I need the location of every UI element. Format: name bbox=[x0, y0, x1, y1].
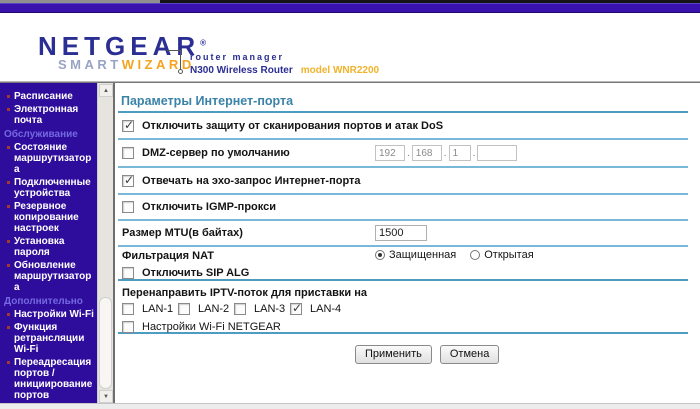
wifi-checkbox[interactable] bbox=[122, 321, 134, 333]
mtu-input[interactable] bbox=[375, 225, 427, 241]
sidebar-item[interactable]: Расписание bbox=[0, 91, 97, 102]
sidebar-scrollbar[interactable]: ▲ ▼ bbox=[97, 83, 113, 404]
apply-button[interactable]: Применить bbox=[355, 344, 432, 364]
dmz-ip-octet-4[interactable] bbox=[477, 145, 518, 161]
sidebar-clipped-item bbox=[0, 86, 97, 90]
sidebar-item[interactable]: Настройки Wi-Fi bbox=[0, 309, 97, 320]
iptv-heading: Перенаправить IPTV-поток для приставки н… bbox=[122, 287, 367, 299]
wifi-label: Настройки Wi-Fi NETGEAR bbox=[142, 321, 281, 333]
checkbox-icon[interactable] bbox=[290, 301, 302, 315]
checkbox-icon[interactable] bbox=[178, 303, 190, 315]
lan-option-1[interactable]: LAN-1 bbox=[118, 303, 174, 315]
iptv-block: Перенаправить IPTV-поток для приставки н… bbox=[118, 281, 688, 334]
sidebar-item[interactable]: Переадресация портов / инициирование пор… bbox=[0, 357, 97, 401]
button-row: Применить Отмена bbox=[118, 334, 688, 374]
sidebar-item[interactable]: Обновление маршрутизатора bbox=[0, 260, 97, 293]
dos-checkbox[interactable] bbox=[122, 118, 134, 132]
main-panel: Параметры Интернет-порта Отключить защит… bbox=[113, 83, 700, 404]
router-manager-label: router manager bbox=[190, 52, 285, 62]
scroll-up-button[interactable]: ▲ bbox=[99, 84, 113, 97]
sidebar-item[interactable]: Электронная почта bbox=[0, 104, 97, 126]
igmp-checkbox[interactable] bbox=[122, 201, 134, 213]
dmz-ip-octet-1[interactable] bbox=[375, 145, 405, 161]
dmz-ip-group: ... bbox=[375, 145, 518, 161]
lan-option-3[interactable]: LAN-3 bbox=[230, 303, 286, 315]
product-line: N300 Wireless Router model WNR2200 bbox=[190, 65, 379, 76]
igmp-label: Отключить IGMP-прокси bbox=[142, 201, 276, 213]
sidebar-item[interactable]: Состояние маршрутизатора bbox=[0, 142, 97, 175]
sidebar-item[interactable]: Функция ретрансляции Wi-Fi bbox=[0, 322, 97, 355]
lan-label: LAN-1 bbox=[142, 303, 174, 315]
registered-mark: ® bbox=[200, 38, 207, 48]
logo-connector-line bbox=[167, 50, 181, 71]
ip-dot-separator: . bbox=[472, 147, 476, 159]
dos-row: Отключить защиту от сканирования портов … bbox=[118, 113, 688, 140]
content-frame: Расписание Электронная почта Обслуживание С… bbox=[0, 82, 700, 404]
echo-checkbox[interactable] bbox=[122, 173, 134, 187]
model-number: model WNR2200 bbox=[300, 65, 380, 76]
nat-options: Защищенная Открытая bbox=[375, 249, 534, 261]
sidebar-section-label: Обслуживание bbox=[4, 129, 78, 140]
nat-label: Фильтрация NAT bbox=[122, 249, 214, 262]
radio-icon[interactable] bbox=[375, 250, 385, 260]
radio-label: Открытая bbox=[484, 249, 534, 261]
sip-label: Отключить SIP ALG bbox=[142, 266, 250, 279]
logo-connector-dot bbox=[178, 69, 183, 74]
mtu-row: Размер MTU(в байтах) bbox=[118, 221, 688, 247]
sip-checkbox[interactable] bbox=[122, 266, 134, 279]
checkbox-icon[interactable] bbox=[122, 303, 134, 315]
checkbox-icon[interactable] bbox=[234, 303, 246, 315]
dmz-label: DMZ-сервер по умолчанию bbox=[142, 147, 290, 159]
scroll-down-button[interactable]: ▼ bbox=[99, 390, 113, 403]
nat-option[interactable]: Защищенная bbox=[375, 249, 456, 261]
sidebar-item[interactable]: Резервное копирование настроек bbox=[0, 201, 97, 234]
echo-row: Отвечать на эхо-запрос Интернет-порта bbox=[118, 168, 688, 195]
lan-label: LAN-2 bbox=[198, 303, 230, 315]
header: NETGEAR® SMARTWIZARD router manager N300… bbox=[0, 13, 700, 82]
ip-dot-separator: . bbox=[443, 147, 447, 159]
sidebar-section-label: Дополнительно bbox=[4, 296, 83, 307]
mtu-label: Размер MTU(в байтах) bbox=[122, 227, 243, 239]
ip-dot-separator: . bbox=[407, 147, 410, 159]
echo-label: Отвечать на эхо-запрос Интернет-порта bbox=[142, 174, 361, 187]
sidebar-item[interactable]: Установка пароля bbox=[0, 236, 97, 258]
iptv-lan-options: LAN-1 LAN-2 LAN-3 LAN-4 bbox=[118, 300, 688, 318]
radio-icon[interactable] bbox=[470, 250, 481, 260]
lan-label: LAN-3 bbox=[254, 303, 286, 315]
mtu-field-wrap bbox=[375, 225, 427, 241]
dmz-checkbox[interactable] bbox=[122, 147, 134, 159]
scrollbar-thumb[interactable] bbox=[99, 297, 112, 389]
nat-row: Фильтрация NAT Отключить SIP ALG Защищен… bbox=[118, 247, 688, 281]
cancel-button[interactable]: Отмена bbox=[439, 344, 500, 364]
wizard-text: WIZARD bbox=[121, 57, 195, 72]
sidebar-item[interactable]: Подключенные устройства bbox=[0, 177, 97, 199]
igmp-row: Отключить IGMP-прокси bbox=[118, 195, 688, 221]
smart-text: SMART bbox=[58, 57, 122, 72]
dmz-ip-octet-2[interactable] bbox=[411, 145, 442, 161]
dos-label: Отключить защиту от сканирования портов … bbox=[142, 119, 444, 132]
page-title: Параметры Интернет-порта bbox=[118, 83, 688, 113]
sidebar-nav: Расписание Электронная почта Обслуживание С… bbox=[0, 83, 97, 404]
lan-label: LAN-4 bbox=[310, 303, 342, 315]
radio-label: Защищенная bbox=[389, 249, 457, 261]
purple-title-bar bbox=[0, 3, 700, 13]
router-admin-screen: NETGEAR® SMARTWIZARD router manager N300… bbox=[0, 0, 700, 409]
window-bottom-strip bbox=[0, 403, 700, 409]
lan-option-4[interactable]: LAN-4 bbox=[286, 301, 342, 315]
product-name: N300 Wireless Router bbox=[190, 65, 293, 76]
lan-option-2[interactable]: LAN-2 bbox=[174, 303, 230, 315]
dmz-ip-octet-3[interactable] bbox=[448, 145, 471, 161]
nat-option[interactable]: Открытая bbox=[470, 249, 534, 261]
dmz-row: DMZ-сервер по умолчанию ... bbox=[118, 140, 688, 168]
